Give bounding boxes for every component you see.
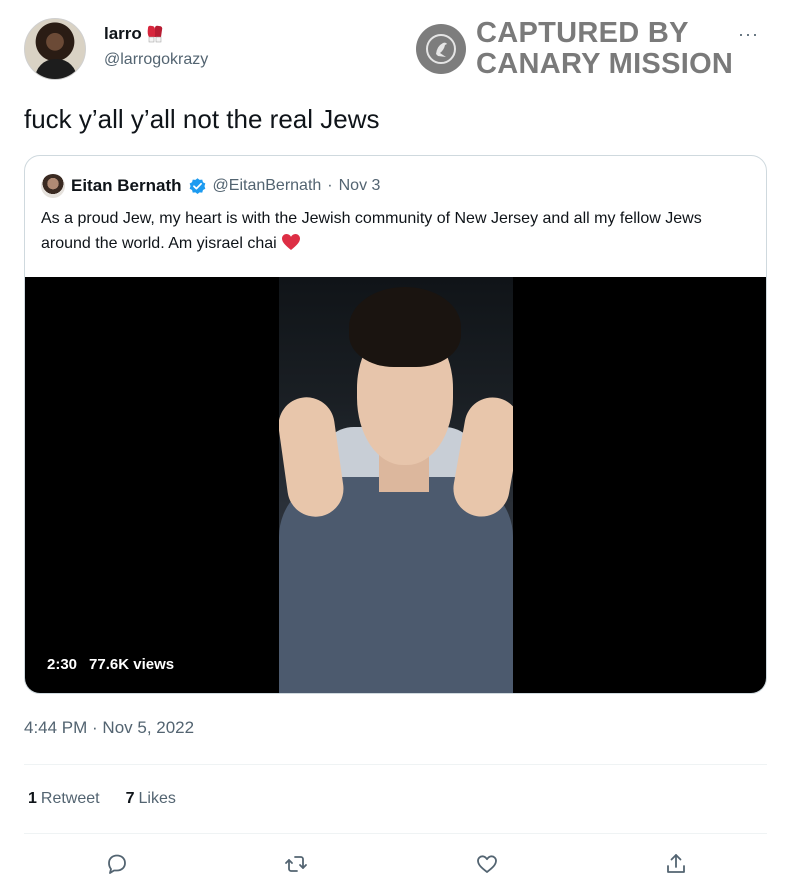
- quoted-author-avatar: [41, 174, 65, 198]
- quoted-tweet-date: Nov 3: [338, 177, 381, 194]
- retweets-stat[interactable]: 1 Retweet: [28, 790, 100, 808]
- quoted-tweet[interactable]: Eitan Bernath @EitanBernath · Nov 3 As a…: [24, 155, 767, 694]
- video-player[interactable]: 2:30 77.6K views: [25, 277, 766, 693]
- video-views: 77.6K views: [89, 656, 175, 673]
- author-avatar[interactable]: [24, 18, 86, 80]
- quoted-tweet-text-block: As a proud Jew, my heart is with the Jew…: [41, 206, 751, 256]
- red-heart-emoji-icon: [282, 234, 301, 250]
- quoted-author-name: Eitan Bernath: [71, 176, 182, 195]
- video-duration: 2:30: [47, 656, 78, 673]
- reply-button[interactable]: [101, 848, 133, 880]
- video-frame: [279, 277, 513, 693]
- canary-bird-icon: [416, 24, 466, 74]
- like-icon: [477, 855, 497, 873]
- author-handle[interactable]: @larrogokrazy: [104, 51, 208, 69]
- reply-icon: [108, 854, 126, 874]
- video-stats: 2:30 77.6K views: [47, 656, 174, 673]
- watermark-line-1: CAPTURED BY: [476, 17, 689, 49]
- retweets-label: Retweet: [40, 790, 100, 807]
- author-name-row[interactable]: larro: [104, 24, 165, 44]
- more-options-icon[interactable]: ···: [738, 24, 759, 45]
- retweet-icon: [285, 856, 307, 872]
- divider: [24, 764, 767, 765]
- tweet-text: fuck y’all y’all not the real Jews: [24, 104, 380, 134]
- action-bar: [0, 848, 800, 880]
- retweet-button[interactable]: [280, 848, 312, 880]
- share-button[interactable]: [660, 848, 692, 880]
- quoted-author-handle: @EitanBernath: [212, 177, 322, 194]
- quoted-tweet-header: Eitan Bernath @EitanBernath · Nov 3: [41, 174, 380, 198]
- likes-stat[interactable]: 7 Likes: [126, 790, 176, 808]
- tweet-timestamp[interactable]: 4:44 PM · Nov 5, 2022: [24, 718, 194, 738]
- likes-label: Likes: [138, 790, 176, 807]
- author-name[interactable]: larro: [104, 24, 142, 44]
- verified-badge-icon: [189, 177, 205, 194]
- tweet: larro @larrogokrazy CAPTURED BY CANARY M…: [0, 0, 800, 889]
- divider: [24, 833, 767, 834]
- watermark-line-2: CANARY MISSION: [476, 48, 734, 80]
- retweets-count: 1: [28, 790, 37, 807]
- engagement-stats: 1 Retweet 7 Likes: [28, 790, 176, 808]
- canary-mission-watermark: CAPTURED BY CANARY MISSION: [416, 18, 733, 80]
- quoted-tweet-text: As a proud Jew, my heart is with the Jew…: [41, 210, 702, 252]
- quoted-separator: ·: [327, 177, 333, 194]
- boxing-gloves-icon: [145, 25, 165, 43]
- share-icon: [667, 854, 685, 873]
- likes-count: 7: [125, 790, 135, 807]
- like-button[interactable]: [471, 848, 503, 880]
